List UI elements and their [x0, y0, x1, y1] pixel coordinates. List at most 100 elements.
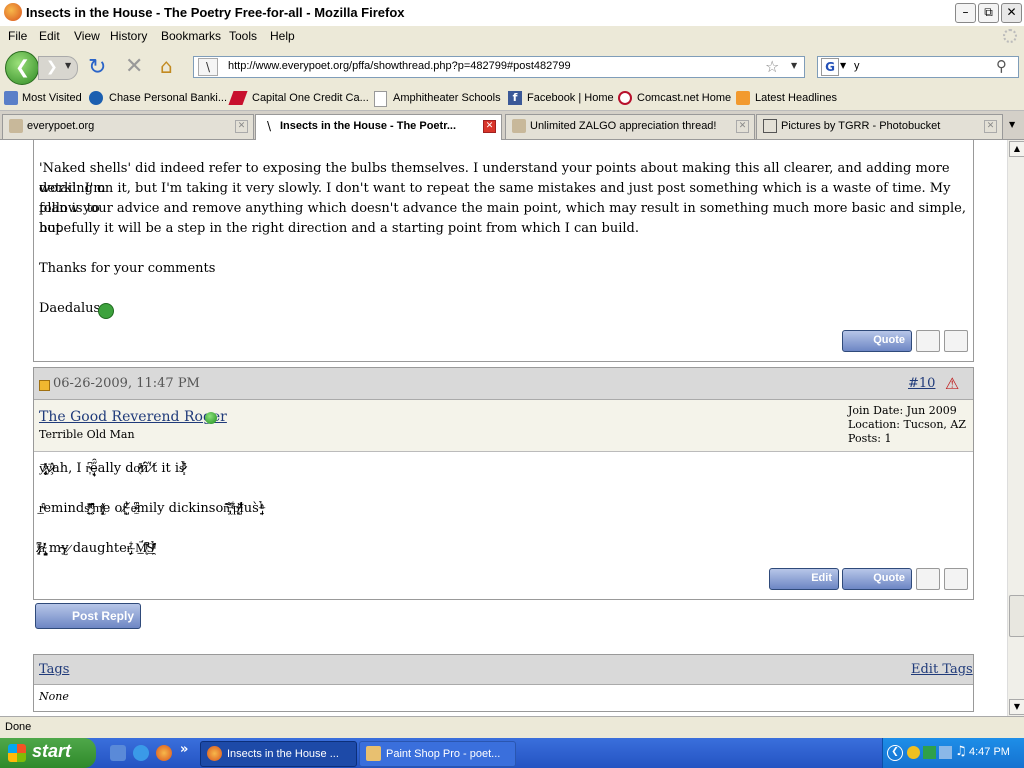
back-button[interactable]: ❮: [5, 51, 39, 85]
forward-arrow-icon: ❯: [46, 59, 58, 75]
restore-button[interactable]: ⧉: [978, 3, 999, 23]
close-button[interactable]: ✕: [1001, 3, 1022, 23]
comcast-icon: [618, 91, 632, 105]
url-text: http://www.everypoet.org/pffa/showthread…: [228, 60, 571, 72]
search-box[interactable]: G ▼ y ⚲: [817, 56, 1019, 78]
post-10: 06-26-2009, 11:47 PM #10 ⚠ The Good Reve…: [33, 367, 974, 600]
home-icon[interactable]: ⌂: [160, 54, 173, 78]
scroll-down-arrow-icon[interactable]: ▼: [1009, 699, 1024, 715]
quote-button[interactable]: Quote: [842, 330, 912, 352]
menu-view[interactable]: View: [74, 29, 100, 43]
clock: 4:47 PM: [969, 746, 1010, 758]
bookmark-chase[interactable]: Chase Personal Banki...: [109, 92, 227, 104]
url-dropdown-icon[interactable]: ▼: [791, 61, 797, 70]
multiquote-icon[interactable]: [916, 568, 940, 590]
tags-link[interactable]: Tags: [39, 662, 69, 677]
report-post-icon[interactable]: ⚠: [945, 374, 959, 393]
url-bar[interactable]: \ http://www.everypoet.org/pffa/showthre…: [193, 56, 805, 78]
back-arrow-icon: ❮: [15, 57, 31, 78]
quicklaunch-more-icon[interactable]: »: [180, 742, 188, 757]
task-paint-shop-pro[interactable]: Paint Shop Pro - poet...: [359, 741, 516, 767]
join-date: Join Date: Jun 2009: [848, 404, 957, 417]
post-number-link[interactable]: #10: [908, 376, 935, 391]
site-favicon-icon: \: [266, 119, 272, 133]
post-thanks: Thanks for your comments: [39, 261, 216, 276]
quick-reply-icon[interactable]: [944, 330, 968, 352]
search-input[interactable]: y: [854, 60, 860, 72]
quote-button[interactable]: Quote: [842, 568, 912, 590]
bookmark-amphitheater[interactable]: Amphitheater Schools: [393, 92, 501, 104]
start-button[interactable]: start: [0, 738, 96, 768]
menu-bookmarks[interactable]: Bookmarks: [161, 29, 221, 43]
tab-zalgo[interactable]: Unlimited ZALGO appreciation thread! ✕: [505, 114, 755, 139]
history-dropdown-icon: ▼: [65, 61, 72, 70]
scroll-thumb[interactable]: [1009, 595, 1024, 637]
firefox-quicklaunch-icon[interactable]: [156, 745, 172, 761]
bookmark-comcast[interactable]: Comcast.net Home: [637, 92, 731, 104]
stop-icon[interactable]: ✕: [125, 54, 143, 79]
display-icon[interactable]: [939, 746, 952, 759]
quote-label: Quote: [873, 572, 905, 584]
post-previous: 'Naked shells' did indeed refer to expos…: [33, 140, 974, 362]
vertical-scrollbar[interactable]: ▲ ▼: [1007, 140, 1024, 716]
bookmark-facebook[interactable]: Facebook | Home: [527, 92, 614, 104]
post-status-icon: [39, 380, 50, 391]
quick-reply-icon[interactable]: [944, 568, 968, 590]
volume-icon[interactable]: ♫: [955, 744, 967, 759]
tab-insects-in-the-house[interactable]: \ Insects in the House - The Poetr... ✕: [255, 114, 502, 140]
edit-button[interactable]: Edit: [769, 568, 839, 590]
post-reply-button[interactable]: Post Reply: [35, 603, 141, 629]
edit-tags-link[interactable]: Edit Tags: [911, 662, 973, 677]
forward-button[interactable]: ❯ ▼: [38, 56, 78, 80]
bookmark-capital-one[interactable]: Capital One Credit Ca...: [252, 92, 369, 104]
site-favicon-icon: \: [198, 58, 218, 76]
post-text-line: ̷̸̡̨͆͑ͤ̇ͣa̴̢ͭ̽̽̍ ̧̺my̴̢ ̷daughter̡̙̫ͭ͋ ̶…: [39, 541, 155, 556]
windows-logo-icon: [8, 744, 26, 762]
multiquote-icon[interactable]: [916, 330, 940, 352]
tags-value: None: [39, 690, 69, 703]
task-firefox[interactable]: Insects in the House ...: [200, 741, 357, 767]
paint-shop-pro-icon: [366, 746, 381, 761]
everypoet-favicon-icon: [9, 119, 23, 133]
tab-close-icon[interactable]: ✕: [483, 120, 496, 133]
tab-close-icon[interactable]: ✕: [984, 120, 997, 133]
menu-tools[interactable]: Tools: [229, 29, 257, 43]
chase-icon: [89, 91, 103, 105]
title-bar: Insects in the House - The Poetry Free-f…: [0, 0, 1024, 27]
scroll-up-arrow-icon[interactable]: ▲: [1009, 141, 1024, 157]
post-text-line: r̶̲ͦ̑eminds̸̨̫̫͗ͦ̆ͭ͊ ̧̤̽̄ͩ̂ͤ̆m̸̡̢̜̻ͦ̍ͯ͐e…: [39, 501, 262, 516]
user-info: The Good Reverend Roger Terrible Old Man…: [34, 400, 973, 452]
minimize-button[interactable]: –: [955, 3, 976, 23]
user-location: Location: Tucson, AZ: [848, 418, 967, 431]
firefox-icon: [207, 746, 222, 761]
google-engine-icon[interactable]: G: [821, 58, 839, 76]
bookmark-most-visited[interactable]: Most Visited: [22, 92, 82, 104]
search-icon[interactable]: ⚲: [996, 57, 1007, 75]
tray-expand-icon[interactable]: ❮: [887, 745, 903, 761]
star-bookmark-icon[interactable]: ☆: [765, 57, 779, 76]
username-link[interactable]: The Good Reverend Roger: [39, 409, 227, 425]
engine-dropdown-icon[interactable]: ▼: [840, 61, 846, 70]
tab-list-dropdown-icon[interactable]: ▼: [1009, 120, 1015, 129]
tray-app-icon[interactable]: [923, 746, 936, 759]
task-label: Paint Shop Pro - poet...: [386, 748, 501, 760]
menu-help[interactable]: Help: [270, 29, 295, 43]
tab-close-icon[interactable]: ✕: [235, 120, 248, 133]
post-text-line: ȳ̷̧̢̤̻͑ͬ̎ͤ̇ͅẏ̷̷̧ͦ̔̑ah, I r̵̞͆ȩ̶̦̟̋̑ally …: [39, 461, 185, 476]
quote-label: Quote: [873, 334, 905, 346]
quicklaunch-icon[interactable]: [110, 745, 126, 761]
tab-photobucket[interactable]: Pictures by TGRR - Photobucket ✕: [756, 114, 1003, 139]
status-bar: Done: [0, 716, 1024, 739]
post-reply-label: Post Reply: [71, 609, 134, 623]
bookmark-latest-headlines[interactable]: Latest Headlines: [755, 92, 837, 104]
tab-close-icon[interactable]: ✕: [736, 120, 749, 133]
menu-edit[interactable]: Edit: [39, 29, 60, 43]
network-icon[interactable]: [907, 746, 920, 759]
ie-icon[interactable]: [133, 745, 149, 761]
reload-icon[interactable]: ↻: [88, 55, 106, 80]
tab-label: Insects in the House - The Poetr...: [280, 120, 457, 132]
tab-everypoet[interactable]: everypoet.org ✕: [2, 114, 254, 139]
menu-history[interactable]: History: [110, 29, 147, 43]
page-icon: [374, 91, 387, 107]
menu-file[interactable]: File: [8, 29, 27, 43]
